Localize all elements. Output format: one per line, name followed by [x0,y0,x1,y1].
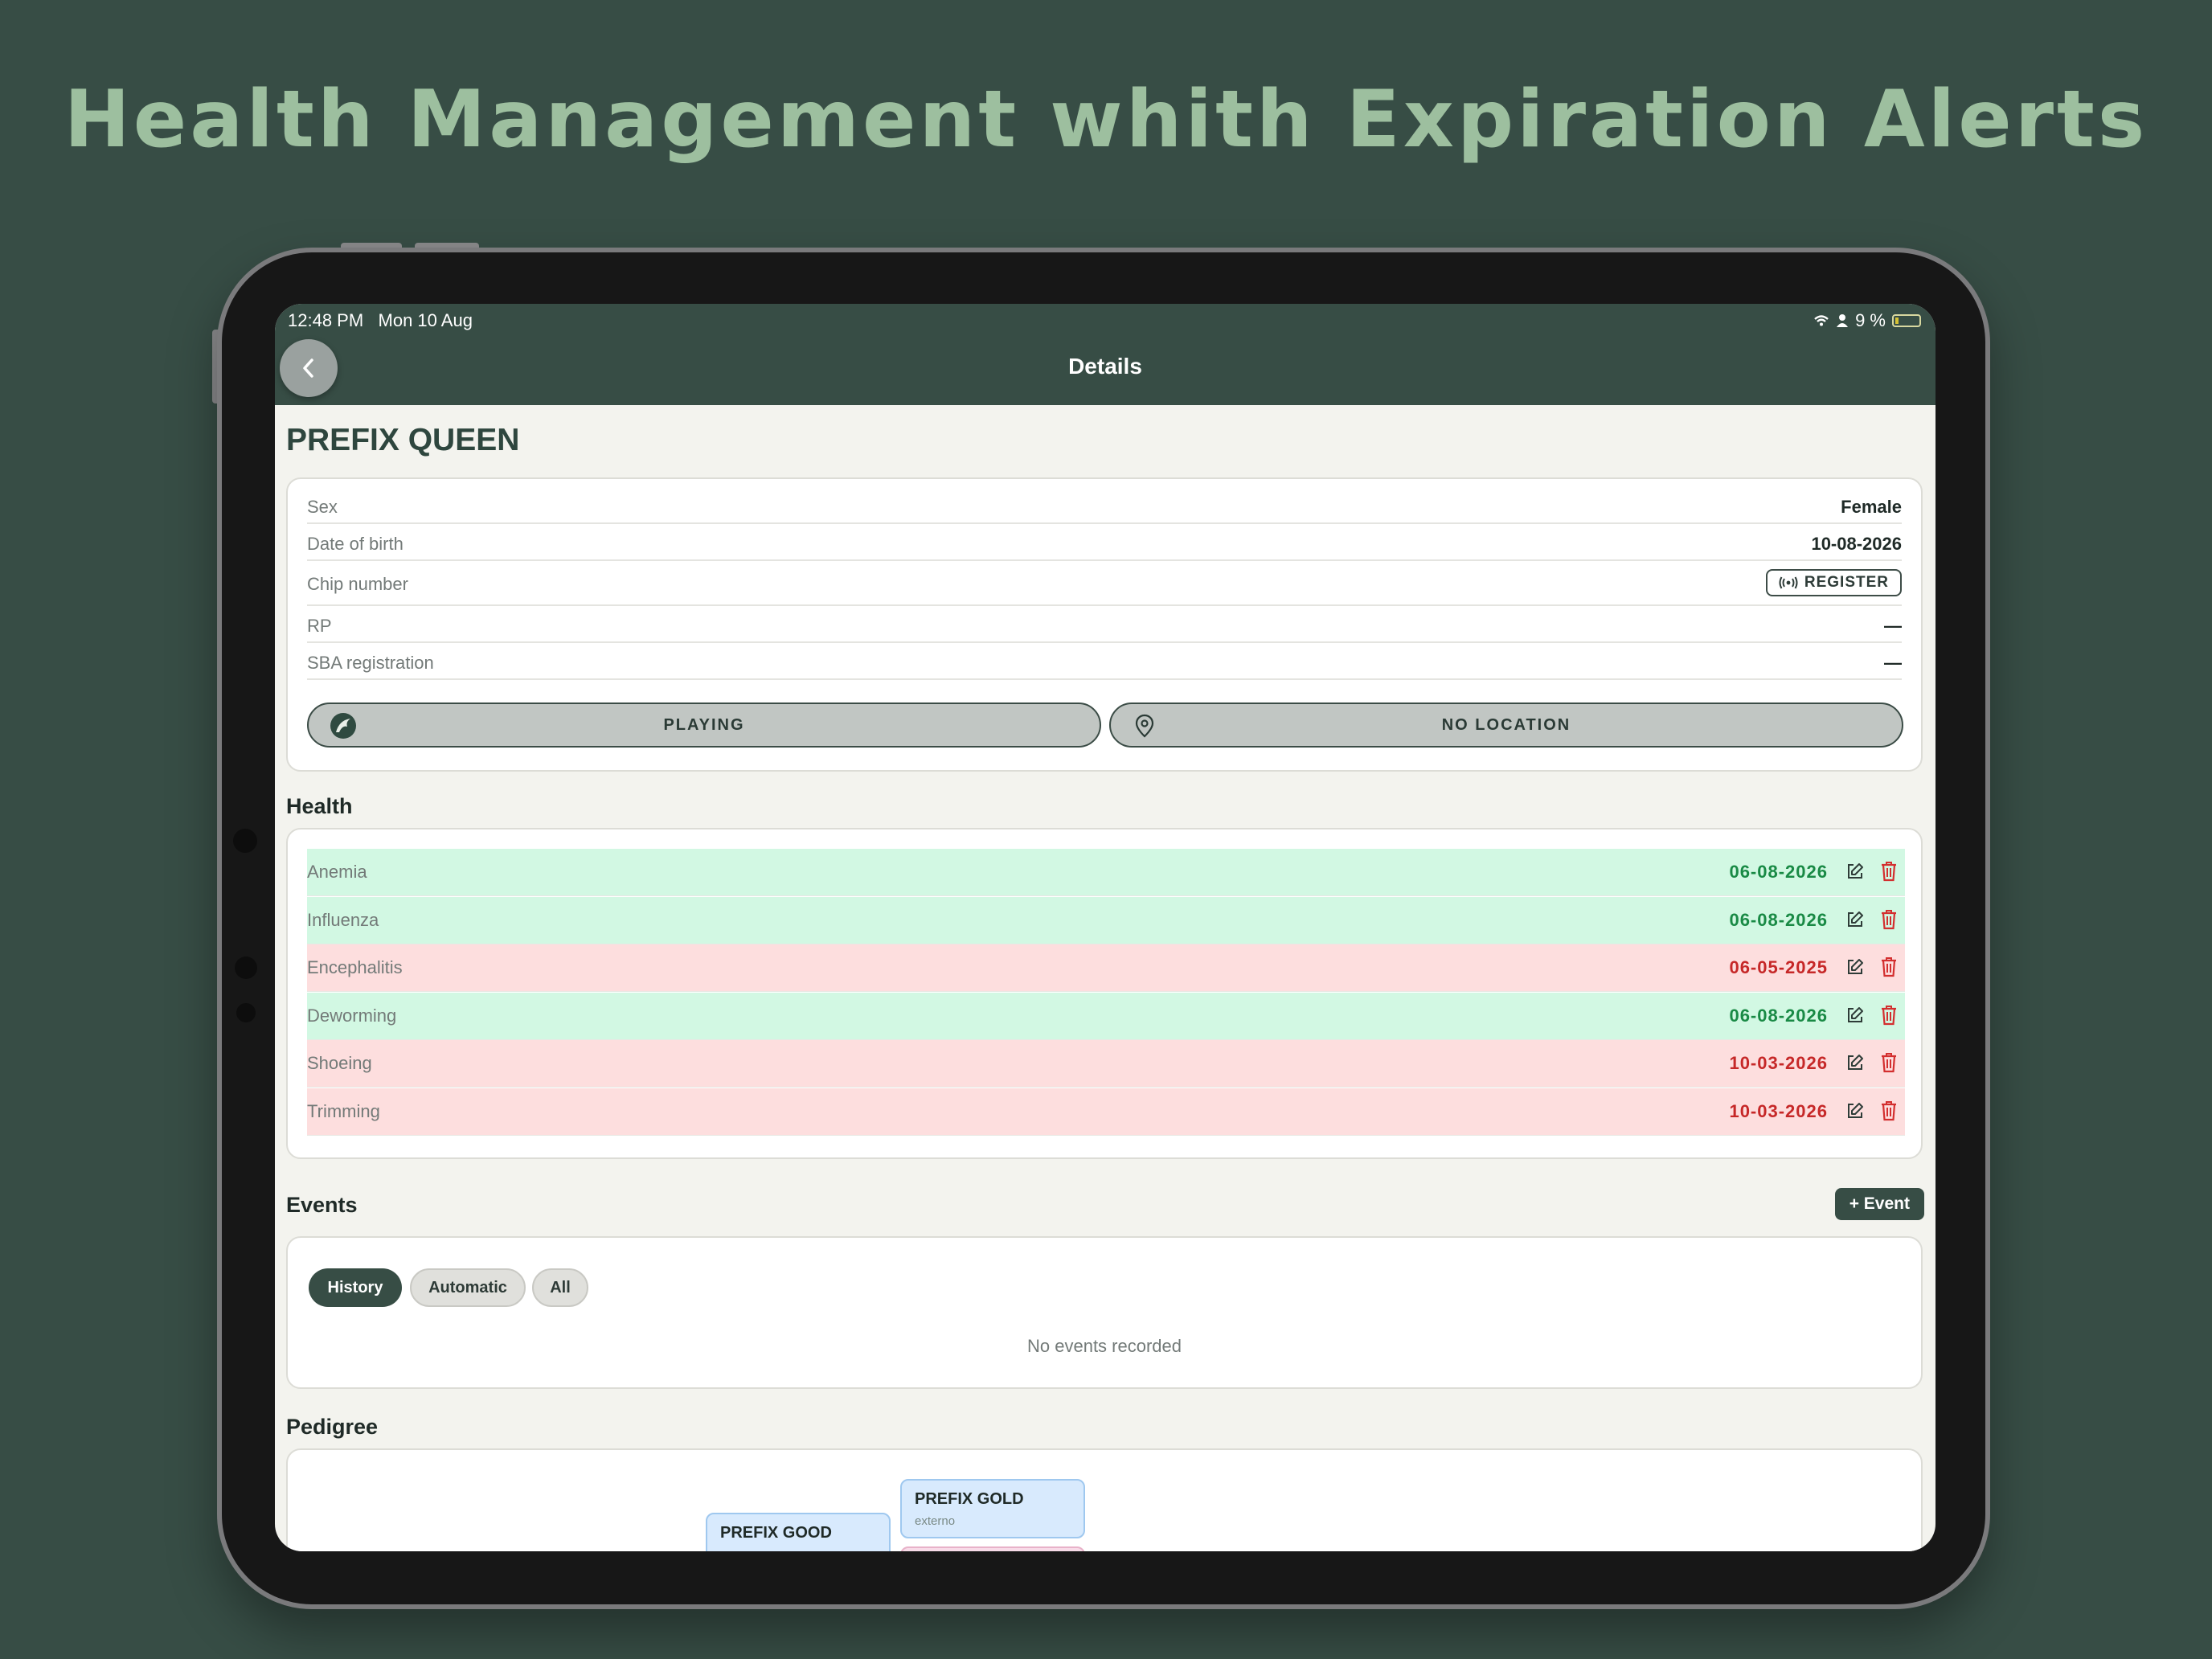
info-card: Sex Female Date of birth 10-08-2026 Chip… [286,477,1923,772]
health-row[interactable]: Influenza 06-08-2026 [307,896,1905,944]
pedigree-card: PREFIX GOOD PREFIX GOLD externo [286,1448,1923,1551]
camera-icon [236,1003,256,1022]
person-icon [1837,314,1849,327]
pedigree-heading: Pedigree [286,1415,379,1439]
pedigree-node[interactable]: PREFIX GOLD externo [900,1479,1085,1538]
tab-automatic[interactable]: Automatic [410,1268,526,1307]
health-item-name: Deworming [307,1005,397,1026]
events-empty-message: No events recorded [1027,1336,1182,1356]
health-item-name: Encephalitis [307,957,403,978]
tab-all[interactable]: All [532,1268,588,1307]
app-screen: 12:48 PM Mon 10 Aug 9 % Details PREFIX Q… [275,304,1936,1551]
edit-icon[interactable] [1845,1006,1865,1030]
marketing-headline: Health Management whith Expiration Alert… [63,74,2149,166]
pedigree-node[interactable]: PREFIX GOOD [706,1513,891,1551]
health-item-name: Anemia [307,862,367,882]
location-button[interactable]: NO LOCATION [1109,703,1903,748]
field-row-rp: RP — [307,608,1902,643]
activity-button[interactable]: PLAYING [307,703,1101,748]
camera-icon [233,829,257,853]
rfid-icon [1779,576,1798,589]
health-item-date: 10-03-2026 [1729,1053,1828,1074]
health-row[interactable]: Shoeing 10-03-2026 [307,1040,1905,1088]
health-item-name: Shoeing [307,1053,372,1074]
health-card: Anemia 06-08-2026 Influenza 06-08-2026 Encep… [286,828,1923,1159]
status-bar: 12:48 PM Mon 10 Aug 9 % [275,304,1936,334]
health-item-name: Trimming [307,1101,380,1121]
navigation-bar: 12:48 PM Mon 10 Aug 9 % Details [275,304,1936,405]
health-row[interactable]: Encephalitis 06-05-2025 [307,944,1905,993]
health-item-date: 06-08-2026 [1729,862,1828,882]
health-row[interactable]: Trimming 10-03-2026 [307,1088,1905,1136]
add-event-button[interactable]: + Event [1834,1188,1924,1220]
trash-icon[interactable] [1879,908,1899,936]
field-row-date-of-birth: Date of birth 10-08-2026 [307,526,1902,561]
trash-icon[interactable] [1879,860,1899,887]
tab-history[interactable]: History [309,1268,402,1307]
health-item-date: 06-08-2026 [1729,909,1828,930]
trash-icon[interactable] [1879,1004,1899,1031]
health-heading: Health [286,794,353,818]
battery-percent: 9 % [1855,310,1886,330]
edit-icon[interactable] [1845,957,1865,981]
health-item-date: 10-03-2026 [1729,1101,1828,1121]
status-time: 12:48 PM Mon 10 Aug [288,310,473,330]
battery-icon [1892,314,1921,327]
location-pin-icon [1135,714,1154,743]
health-item-date: 06-05-2025 [1729,957,1828,978]
edit-icon[interactable] [1845,910,1865,934]
camera-icon [235,956,257,979]
edit-icon[interactable] [1845,862,1865,886]
health-row[interactable]: Deworming 06-08-2026 [307,992,1905,1040]
field-row-chip-number: Chip number REGISTER [307,563,1902,606]
trash-icon[interactable] [1879,956,1899,983]
events-heading: Events [286,1193,358,1217]
health-item-date: 06-08-2026 [1729,1005,1828,1026]
edit-icon[interactable] [1845,1053,1865,1077]
trash-icon[interactable] [1879,1100,1899,1127]
horse-name: PREFIX QUEEN [286,423,520,457]
field-row-sba-registration: SBA registration — [307,645,1902,680]
health-item-name: Influenza [307,909,379,930]
field-row-sex: Sex Female [307,489,1902,524]
pedigree-node[interactable] [900,1546,1085,1551]
health-row[interactable]: Anemia 06-08-2026 [307,849,1905,896]
events-card: History Automatic All No events recorded [286,1236,1923,1389]
edit-icon[interactable] [1845,1101,1865,1125]
page-title: Details [1068,354,1142,379]
register-chip-button[interactable]: REGISTER [1765,569,1902,596]
wifi-icon [1814,315,1829,326]
horse-logo-icon [330,712,357,744]
trash-icon[interactable] [1879,1051,1899,1079]
